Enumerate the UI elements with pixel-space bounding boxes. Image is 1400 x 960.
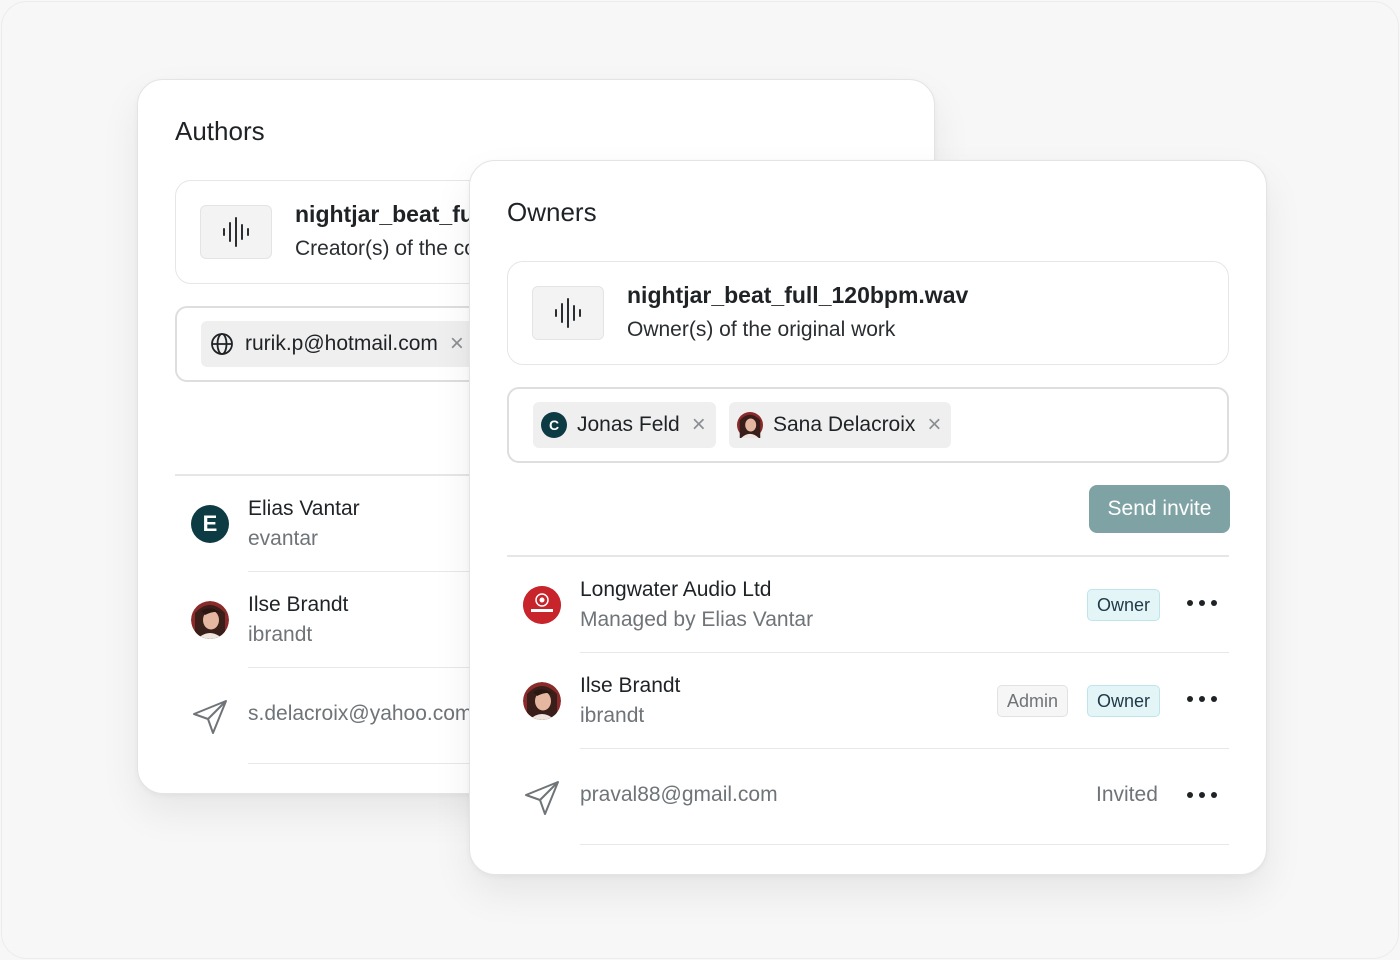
avatar [737, 412, 763, 438]
remove-chip-icon[interactable]: × [927, 413, 941, 437]
company-logo [523, 586, 561, 624]
member-subtitle: Managed by Elias Vantar [580, 608, 814, 631]
avatar [523, 682, 561, 720]
owner-row[interactable]: Longwater Audio Ltd Managed by Elias Van… [507, 557, 1229, 653]
owners-title: Owners [507, 197, 597, 227]
owners-panel: Owners nightjar_beat_full_120bpm.wav Own… [469, 160, 1267, 875]
chip-label: Jonas Feld [577, 413, 680, 436]
avatar [191, 601, 229, 639]
invite-chip-jonas[interactable]: C Jonas Feld × [533, 402, 716, 448]
row-divider [580, 844, 1229, 845]
member-name: Elias Vantar [248, 497, 360, 520]
owner-badge: Owner [1087, 589, 1161, 621]
pending-email: s.delacroix@yahoo.com [248, 702, 473, 725]
owners-invite-input[interactable]: C Jonas Feld × Sana Delacroix × [507, 387, 1229, 463]
invite-status: Invited [1096, 783, 1158, 806]
owners-file-name: nightjar_beat_full_120bpm.wav [627, 282, 969, 308]
chip-label: Sana Delacroix [773, 413, 916, 436]
member-handle: ibrandt [580, 704, 645, 727]
member-handle: evantar [248, 527, 319, 550]
send-icon [191, 698, 229, 741]
remove-chip-icon[interactable]: × [692, 413, 706, 437]
owners-file-card: nightjar_beat_full_120bpm.wav Owner(s) o… [507, 261, 1229, 365]
authors-title: Authors [175, 116, 265, 146]
audio-waveform-icon [532, 286, 604, 340]
invite-chip-sana[interactable]: Sana Delacroix × [729, 402, 952, 448]
member-name: Ilse Brandt [248, 593, 349, 616]
owners-file-subtitle: Owner(s) of the original work [627, 318, 896, 341]
owner-row[interactable]: Ilse Brandt ibrandt Admin Owner [507, 653, 1229, 749]
pending-invite-row[interactable]: praval88@gmail.com Invited [507, 749, 1229, 845]
pending-email: praval88@gmail.com [580, 783, 778, 806]
globe-icon [209, 331, 235, 357]
avatar: C [541, 412, 567, 438]
member-name: Longwater Audio Ltd [580, 578, 772, 601]
audio-waveform-icon [200, 205, 272, 259]
send-invite-button[interactable]: Send invite [1089, 485, 1230, 533]
chip-label: rurik.p@hotmail.com [245, 332, 438, 355]
more-options-icon[interactable] [1187, 591, 1217, 615]
remove-chip-icon[interactable]: × [450, 332, 464, 356]
more-options-icon[interactable] [1187, 687, 1217, 711]
member-name: Ilse Brandt [580, 674, 681, 697]
send-icon [523, 779, 561, 822]
invite-chip-email[interactable]: rurik.p@hotmail.com × [201, 321, 474, 367]
more-options-icon[interactable] [1187, 783, 1217, 807]
member-handle: ibrandt [248, 623, 313, 646]
avatar: E [191, 505, 229, 543]
owner-badge: Owner [1087, 685, 1161, 717]
admin-badge: Admin [997, 685, 1069, 717]
